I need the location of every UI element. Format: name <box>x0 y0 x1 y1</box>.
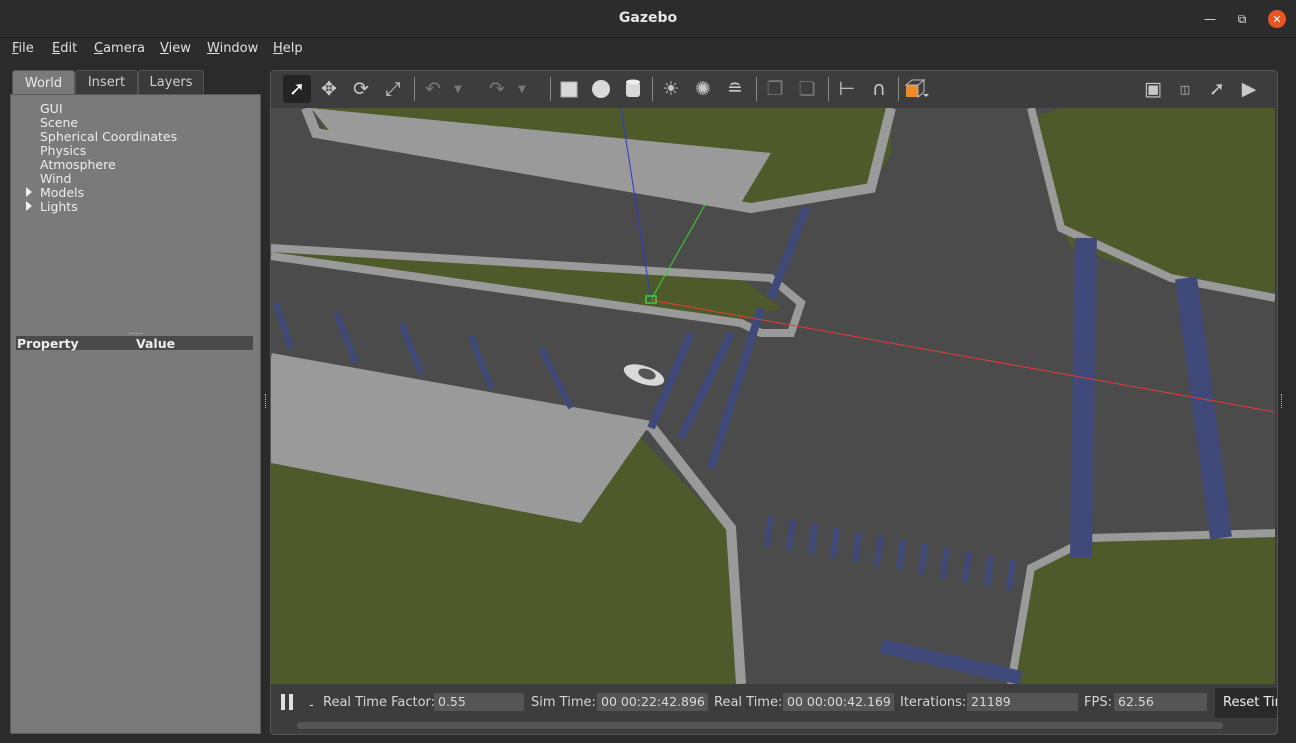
select-arrow-icon[interactable]: ➚ <box>283 75 311 103</box>
point-light-icon[interactable]: ☀ <box>657 75 685 103</box>
rotate-icon[interactable]: ⟳ <box>347 75 375 103</box>
box-shape-icon[interactable] <box>555 75 583 103</box>
value-column-label: Value <box>136 336 176 351</box>
translate-icon[interactable]: ✥ <box>315 75 343 103</box>
render-view: ➚ ✥ ⟳ ⤢ ↶ ▼ ↷ ▼ ☀ ✺ ≘ ❐ ❏ ⊢ ∩ ▣ ◫ ➚ ▶ - … <box>270 70 1278 735</box>
pause-icon-bar[interactable] <box>289 694 293 710</box>
menu-help[interactable]: Help <box>273 41 303 56</box>
tab-world[interactable]: World <box>12 70 75 96</box>
right-splitter-handle[interactable] <box>1281 394 1284 408</box>
world-tree: GUI Scene Spherical Coordinates Physics … <box>10 94 261 734</box>
directional-light-icon[interactable]: ≘ <box>721 75 749 103</box>
status-bar: - Real Time Factor: 0.55 Sim Time: 00 00… <box>271 684 1277 734</box>
sim-time-value: 00 00:22:42.896 <box>597 693 708 711</box>
log-icon[interactable]: ◫ <box>1171 75 1199 103</box>
align-icon[interactable]: ⊢ <box>833 75 861 103</box>
property-column-label: Property <box>17 336 79 351</box>
tree-item-gui[interactable]: GUI <box>40 102 63 116</box>
maximize-button[interactable]: ⧉ <box>1233 10 1251 28</box>
menu-edit[interactable]: Edit <box>52 41 77 56</box>
tab-layers[interactable]: Layers <box>138 70 204 94</box>
left-splitter-handle[interactable] <box>265 394 268 408</box>
minimize-button[interactable]: — <box>1201 10 1219 28</box>
copy-icon[interactable]: ❐ <box>761 75 789 103</box>
spot-light-icon[interactable]: ✺ <box>689 75 717 103</box>
real-time-factor-value: 0.55 <box>434 693 524 711</box>
redo-history-icon[interactable]: ▼ <box>515 75 529 103</box>
menu-file[interactable]: File <box>12 41 34 56</box>
window-title: Gazebo <box>618 10 678 26</box>
title-bar: Gazebo — ⧉ ✕ <box>0 0 1296 38</box>
undo-icon[interactable]: ↶ <box>419 75 447 103</box>
tab-insert[interactable]: Insert <box>75 70 138 94</box>
paste-icon[interactable]: ❏ <box>793 75 821 103</box>
pause-icon[interactable] <box>281 694 285 710</box>
menu-camera[interactable]: Camera <box>94 41 145 56</box>
plot-icon[interactable]: ➚ <box>1203 75 1231 103</box>
scale-icon[interactable]: ⤢ <box>379 75 407 103</box>
panel-tabs: World Insert Layers <box>10 70 261 96</box>
expand-arrow-icon[interactable] <box>26 201 32 211</box>
screenshot-camera-icon[interactable]: ▣ <box>1139 75 1167 103</box>
tree-item-scene[interactable]: Scene <box>40 116 78 130</box>
view-angle-icon[interactable] <box>903 75 931 103</box>
tree-item-atmosphere[interactable]: Atmosphere <box>40 158 116 172</box>
real-time-value: 00 00:00:42.169 <box>783 693 894 711</box>
snap-magnet-icon[interactable]: ∩ <box>865 75 893 103</box>
real-time-label: Real Time: <box>714 695 783 710</box>
fps-label: FPS: <box>1084 695 1112 710</box>
iterations-label: Iterations: <box>900 695 967 710</box>
undo-history-icon[interactable]: ▼ <box>451 75 465 103</box>
tree-item-spherical-coordinates[interactable]: Spherical Coordinates <box>40 130 177 144</box>
horizontal-scrollbar[interactable] <box>297 722 1223 729</box>
video-record-icon[interactable]: ▶ <box>1235 75 1263 103</box>
tree-item-wind[interactable]: Wind <box>40 172 71 186</box>
redo-icon[interactable]: ↷ <box>483 75 511 103</box>
real-time-factor-label: Real Time Factor: <box>323 695 436 710</box>
tree-item-physics[interactable]: Physics <box>40 144 86 158</box>
cylinder-shape-icon[interactable] <box>619 75 647 103</box>
close-button[interactable]: ✕ <box>1268 10 1286 28</box>
menu-window[interactable]: Window <box>207 41 258 56</box>
step-indicator[interactable]: - <box>309 698 314 713</box>
tree-item-lights[interactable]: Lights <box>40 200 78 214</box>
sphere-shape-icon[interactable] <box>587 75 615 103</box>
property-header: Property Value <box>16 336 253 351</box>
fps-value: 62.56 <box>1114 693 1207 711</box>
sim-time-label: Sim Time: <box>531 695 596 710</box>
reset-time-button[interactable]: Reset Time <box>1215 688 1277 718</box>
tree-item-models[interactable]: Models <box>40 186 84 200</box>
render-toolbar: ➚ ✥ ⟳ ⤢ ↶ ▼ ↷ ▼ ☀ ✺ ≘ ❐ ❏ ⊢ ∩ ▣ ◫ ➚ ▶ <box>271 71 1277 108</box>
left-panel: World Insert Layers GUI Scene Spherical … <box>10 70 261 734</box>
menu-bar: File Edit Camera View Window Help <box>0 38 1296 62</box>
menu-view[interactable]: View <box>160 41 191 56</box>
expand-arrow-icon[interactable] <box>26 187 32 197</box>
3d-scene[interactable] <box>271 108 1275 684</box>
iterations-value: 21189 <box>967 693 1078 711</box>
